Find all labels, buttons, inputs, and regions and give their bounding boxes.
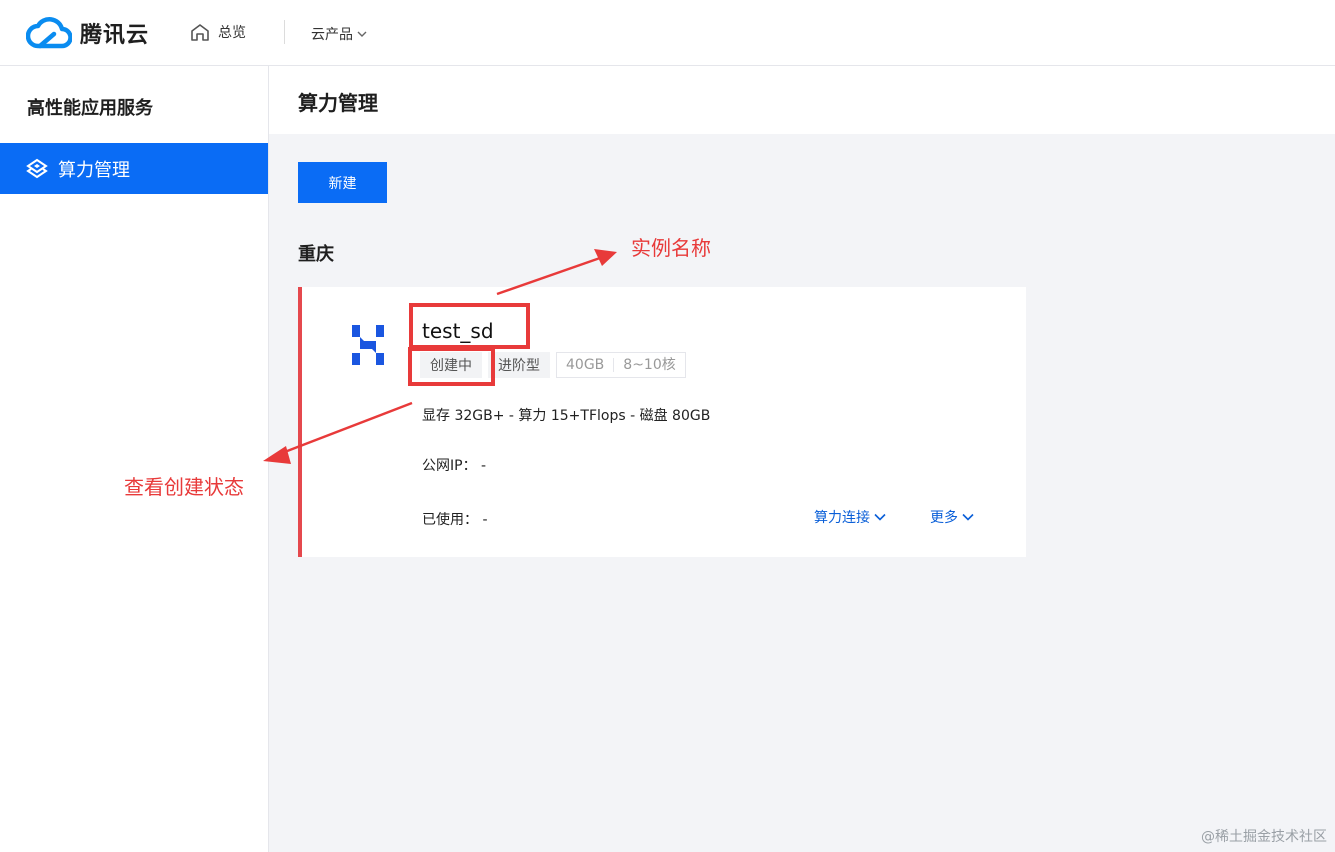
watermark: @稀土掘金技术社区 [1201, 829, 1327, 845]
annotation-label-instance-name: 实例名称 [631, 236, 711, 260]
annotation-arrows [263, 249, 617, 464]
annotation-label-status: 查看创建状态 [124, 475, 244, 499]
